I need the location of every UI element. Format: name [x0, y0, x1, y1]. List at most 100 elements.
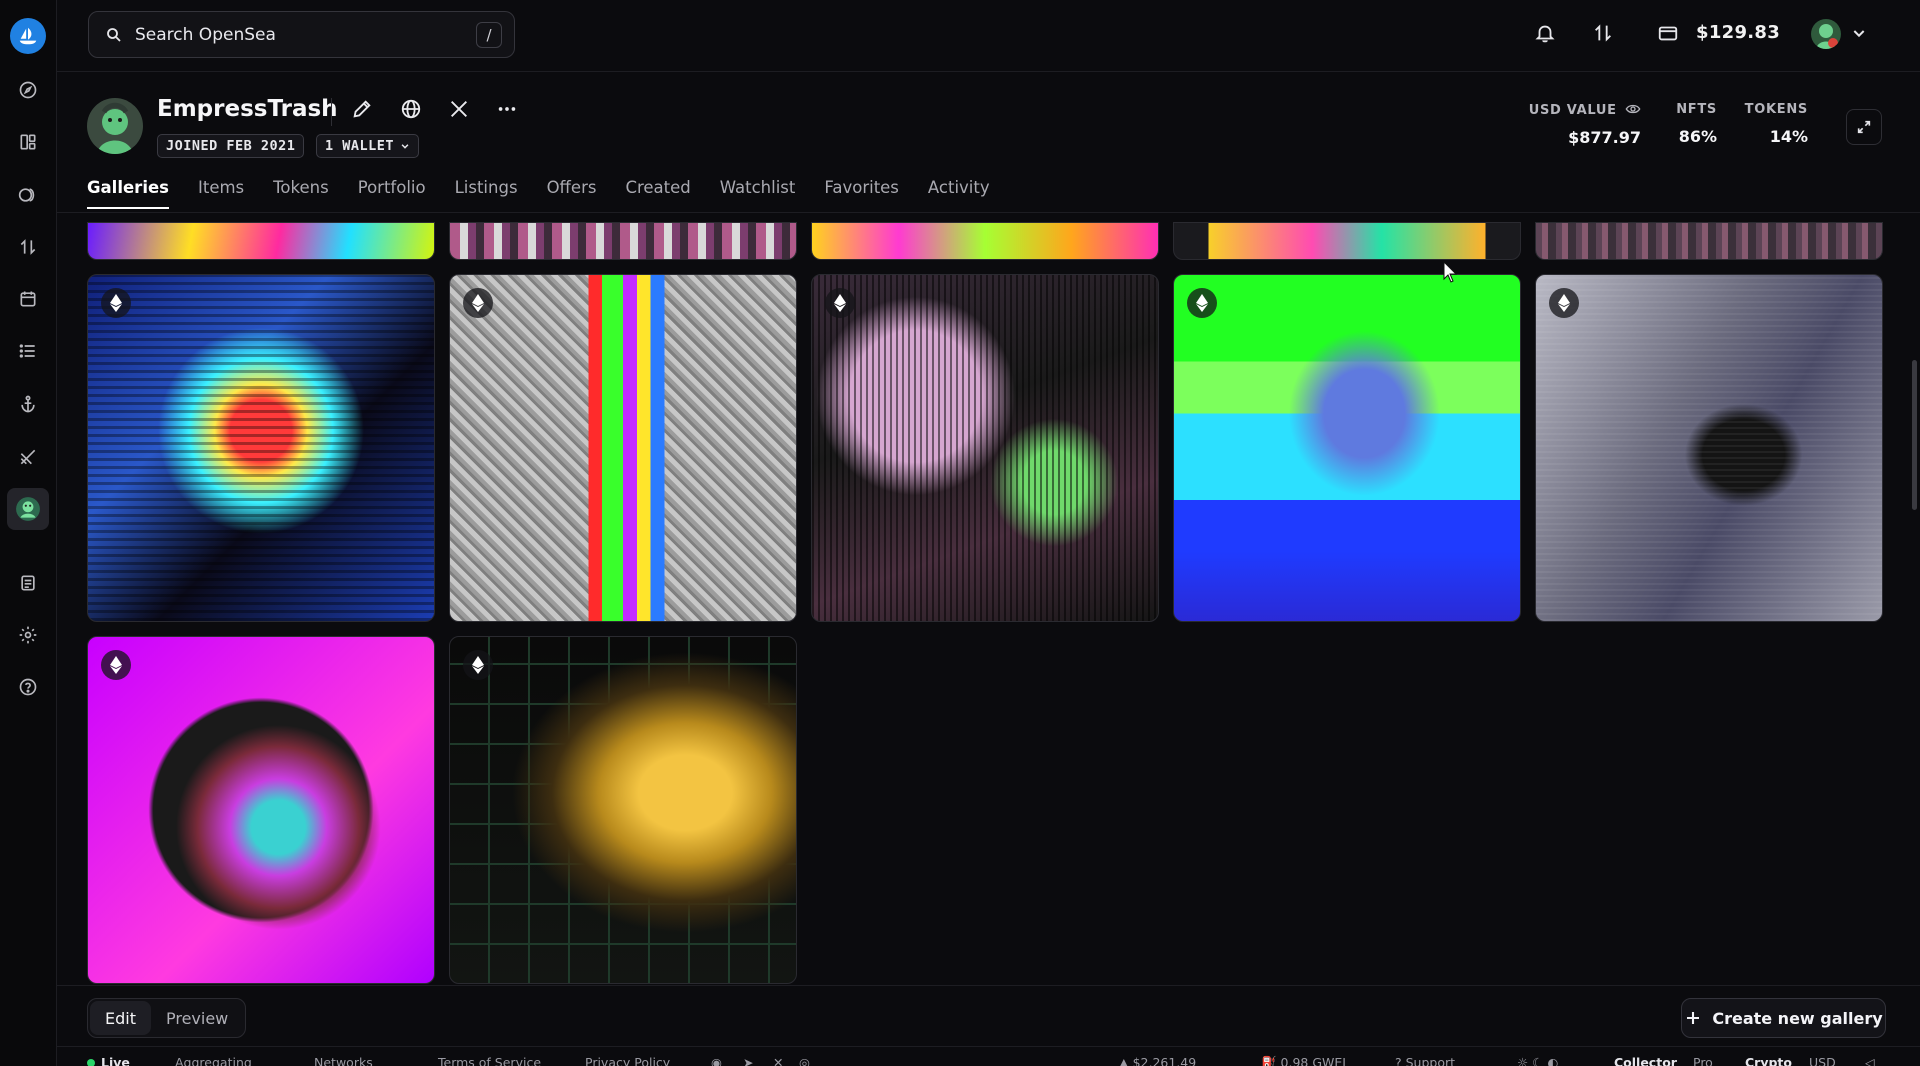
mouse-cursor-icon: [1443, 261, 1457, 283]
swap-icon[interactable]: [14, 233, 42, 261]
list-icon[interactable]: [14, 337, 42, 365]
chevron-down-icon: [401, 144, 409, 149]
nft-card[interactable]: [811, 222, 1159, 260]
profile-tabs: Galleries Items Tokens Portfolio Listing…: [87, 178, 1019, 210]
nft-card[interactable]: [87, 636, 435, 984]
wallet-selector[interactable]: 1 WALLET: [316, 134, 420, 158]
tab-tokens[interactable]: Tokens: [273, 178, 329, 210]
wallet-count: 1 WALLET: [325, 138, 395, 154]
nft-card[interactable]: [1535, 274, 1883, 622]
nft-card[interactable]: [87, 222, 435, 260]
create-gallery-button[interactable]: Create new gallery: [1681, 998, 1886, 1038]
instagram-icon[interactable]: ◎: [799, 1055, 810, 1066]
x-twitter-icon[interactable]: ✕: [773, 1055, 783, 1066]
edit-button[interactable]: Edit: [90, 1001, 151, 1035]
tab-watchlist[interactable]: Watchlist: [720, 178, 796, 210]
eth-price-value: $2,261.49: [1132, 1055, 1197, 1066]
avatar[interactable]: [1811, 19, 1841, 49]
tab-offers[interactable]: Offers: [547, 178, 597, 210]
search-shortcut-key: /: [476, 22, 502, 48]
edit-preview-toggle: Edit Preview: [87, 998, 247, 1038]
anchor-icon[interactable]: [14, 390, 42, 418]
nft-card[interactable]: [449, 274, 797, 622]
support-label: Support: [1405, 1055, 1456, 1066]
nft-card[interactable]: [1173, 222, 1521, 260]
live-dot-icon: [87, 1059, 95, 1066]
tab-created[interactable]: Created: [625, 178, 690, 210]
help-icon[interactable]: [14, 673, 42, 701]
gallery-actions-bar: Edit Preview Create new gallery: [57, 985, 1920, 1045]
search-input[interactable]: Search OpenSea /: [88, 11, 515, 58]
compass-icon[interactable]: [14, 76, 42, 104]
stat-tokens: TOKENS 14%: [1745, 102, 1808, 146]
token-icon[interactable]: [14, 181, 42, 209]
stat-value: 14%: [1769, 127, 1808, 146]
profile-avatar[interactable]: [87, 98, 143, 154]
privacy-link[interactable]: Privacy Policy: [585, 1055, 670, 1066]
x-twitter-icon[interactable]: [448, 98, 472, 122]
profile-username: EmpressTrash: [157, 96, 338, 122]
volume-icon[interactable]: ◁: [1865, 1055, 1875, 1066]
profile-icon[interactable]: [7, 488, 49, 530]
currency-usd[interactable]: USD: [1809, 1055, 1836, 1066]
stat-label: USD VALUE: [1529, 102, 1641, 118]
live-status: Live: [87, 1055, 130, 1066]
stat-label: NFTS: [1676, 102, 1717, 117]
mode-collector[interactable]: Collector: [1614, 1055, 1677, 1066]
more-options-icon[interactable]: [496, 98, 520, 122]
nft-card[interactable]: [87, 274, 435, 622]
ethereum-icon: [1549, 288, 1579, 318]
docs-icon[interactable]: [14, 569, 42, 597]
discord-icon[interactable]: ◉: [711, 1055, 722, 1066]
stat-value: 86%: [1678, 127, 1717, 146]
support-link[interactable]: ? Support: [1395, 1055, 1455, 1066]
expand-button[interactable]: [1846, 109, 1882, 145]
nft-card[interactable]: [1173, 274, 1521, 622]
tab-listings[interactable]: Listings: [455, 178, 518, 210]
ethereum-icon: [463, 288, 493, 318]
nft-card[interactable]: [449, 636, 797, 984]
aggregating-link[interactable]: Aggregating: [175, 1055, 252, 1066]
bell-icon[interactable]: [1534, 22, 1558, 46]
tab-favorites[interactable]: Favorites: [824, 178, 899, 210]
tab-portfolio[interactable]: Portfolio: [358, 178, 426, 210]
calendar-icon[interactable]: [14, 285, 42, 313]
tab-galleries[interactable]: Galleries: [87, 178, 169, 210]
theme-icons[interactable]: ☼ ☾ ◐: [1517, 1055, 1558, 1066]
tab-activity[interactable]: Activity: [928, 178, 990, 210]
status-footer: Live Aggregating Networks Terms of Servi…: [57, 1046, 1920, 1066]
chevron-down-icon[interactable]: [1851, 25, 1875, 49]
nft-card[interactable]: [449, 222, 797, 260]
joined-badge: JOINED FEB 2021: [157, 134, 305, 158]
wallet-balance[interactable]: $129.83: [1696, 22, 1780, 43]
preview-button[interactable]: Preview: [151, 1001, 243, 1035]
gallery-grid: [87, 222, 1883, 984]
swap-icon[interactable]: [1592, 22, 1616, 46]
currency-crypto[interactable]: Crypto: [1745, 1055, 1792, 1066]
ethereum-icon: [463, 650, 493, 680]
brush-icon[interactable]: [14, 443, 42, 471]
opensea-logo-icon[interactable]: [10, 18, 46, 54]
stat-label: TOKENS: [1744, 102, 1808, 117]
search-placeholder: Search OpenSea: [135, 24, 276, 45]
ethereum-icon: [1187, 288, 1217, 318]
eye-icon[interactable]: [1625, 102, 1641, 116]
globe-icon[interactable]: [400, 98, 424, 122]
settings-icon[interactable]: [14, 621, 42, 649]
stat-usd-value: USD VALUE $877.97: [1529, 102, 1641, 147]
collections-icon[interactable]: [14, 128, 42, 156]
header-divider: [331, 98, 332, 126]
scrollbar-thumb[interactable]: [1912, 360, 1917, 510]
terms-link[interactable]: Terms of Service: [438, 1055, 541, 1066]
gas-price: ⛽ 0.98 GWEI: [1261, 1055, 1346, 1066]
mode-pro[interactable]: Pro: [1693, 1055, 1713, 1066]
nft-card[interactable]: [1535, 222, 1883, 260]
networks-link[interactable]: Networks: [314, 1055, 373, 1066]
nft-card[interactable]: [811, 274, 1159, 622]
wallet-icon[interactable]: [1657, 22, 1681, 46]
topbar: Search OpenSea / $129.83: [57, 0, 1920, 72]
ethereum-icon: [101, 650, 131, 680]
edit-pencil-icon[interactable]: [351, 98, 375, 122]
telegram-icon[interactable]: ➤: [743, 1055, 753, 1066]
tab-items[interactable]: Items: [198, 178, 244, 210]
